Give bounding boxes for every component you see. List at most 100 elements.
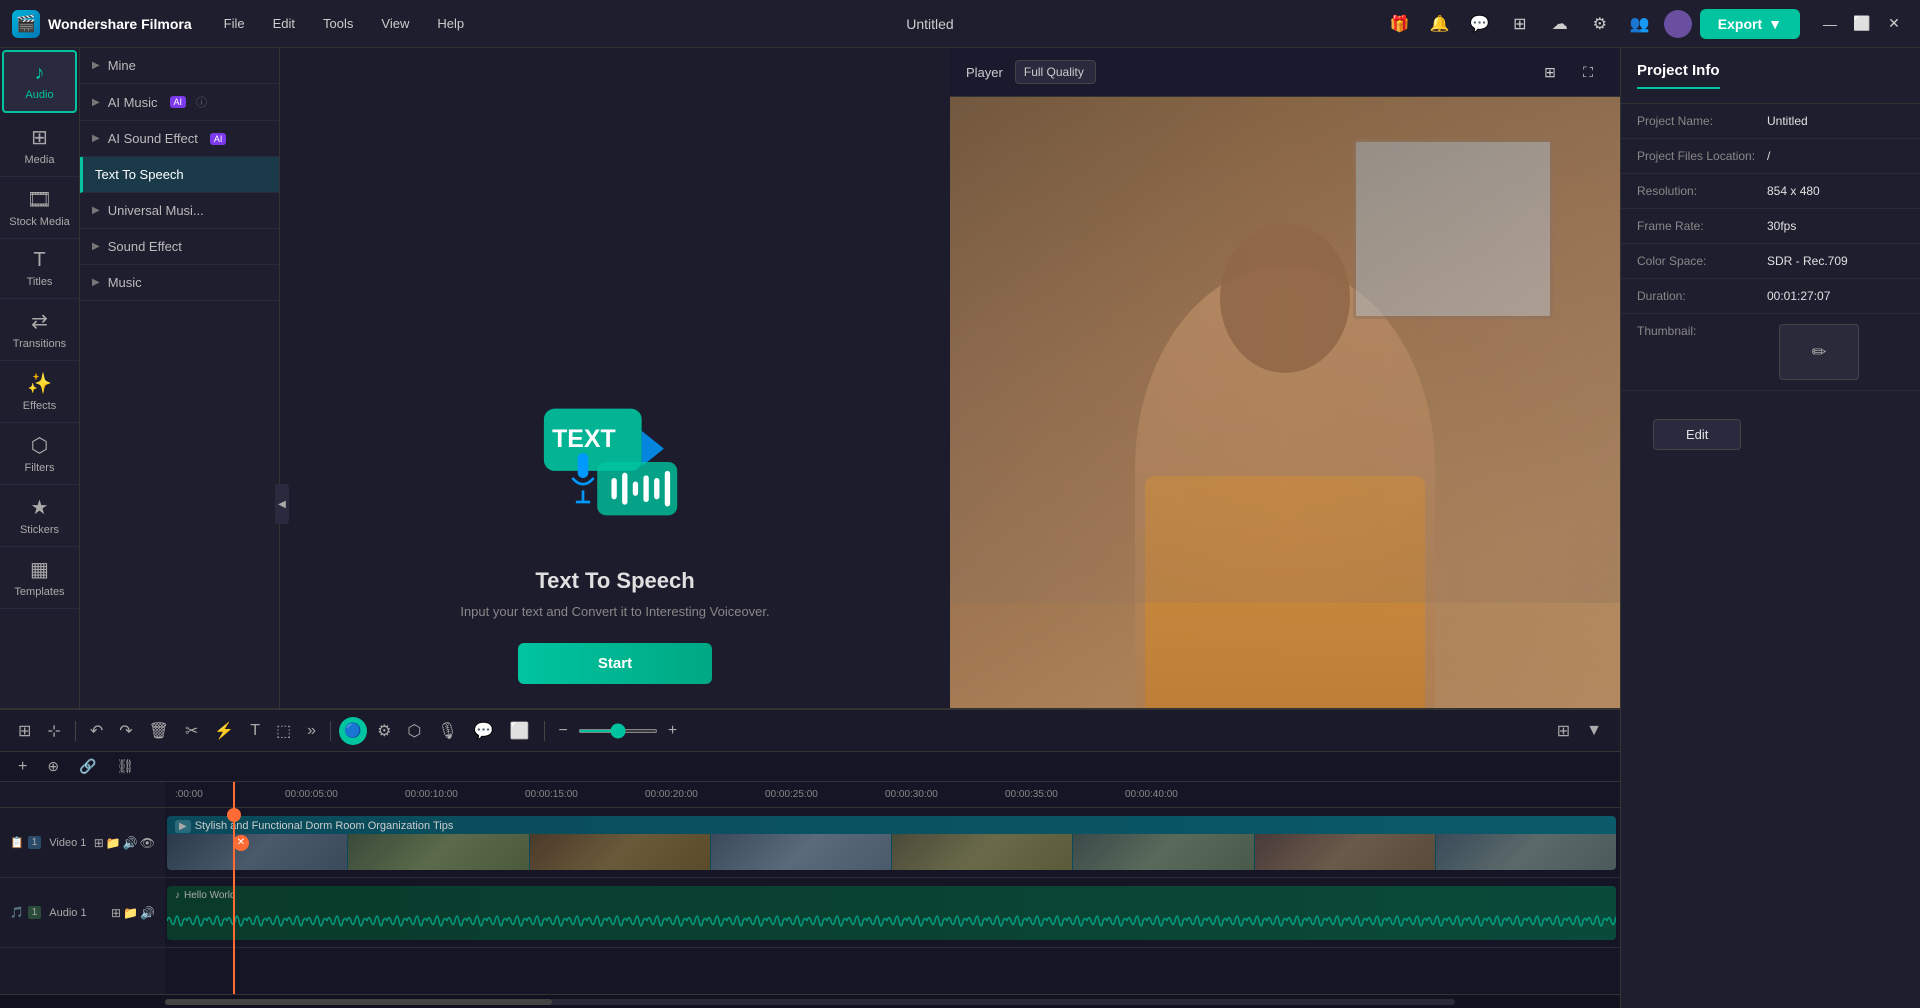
cloud-icon[interactable]: ☁ [1544,8,1576,40]
project-files-label: Project Files Location: [1637,149,1767,163]
audio-layer-btn[interactable]: ⊞ [111,906,121,920]
video-layer-btn[interactable]: ⊞ [94,836,104,850]
track-labels: 📋 1 Video 1 ⊞ 📁 🔊 👁 🎵 1 Audio 1 ⊞ 📁 [0,782,165,994]
settings-icon[interactable]: ⚙ [1584,8,1616,40]
thumbnail-box[interactable]: ✏ [1779,324,1859,380]
maximize-button[interactable]: ⬜ [1848,10,1876,38]
zoom-out-btn[interactable]: − [553,718,574,744]
layout-grid-btn[interactable]: ⊞ [1551,717,1576,745]
audio-list-item-tts[interactable]: Text To Speech [80,157,279,193]
menu-edit[interactable]: Edit [261,10,307,37]
video-folder-btn[interactable]: 📁 [106,836,121,850]
text-btn[interactable]: T [244,718,266,744]
menu-help[interactable]: Help [425,10,476,37]
tracks-content[interactable]: :00:00 00:00:05:00 00:00:10:00 00:00:15:… [165,782,1620,994]
audio-list-item-universal[interactable]: ▶ Universal Musi... [80,193,279,229]
layout-expand-btn[interactable]: ▼ [1580,717,1608,745]
tts-illustration-svg: TEXT [525,382,705,542]
collapse-panel-btn[interactable]: ◀ [275,484,280,524]
menu-view[interactable]: View [369,10,421,37]
toolbar-sep-3 [544,721,545,741]
start-button[interactable]: Start [518,643,712,684]
delete-btn[interactable]: 🗑 [143,717,175,745]
menu-tools[interactable]: Tools [311,10,365,37]
video-eye-btn[interactable]: 👁 [140,836,155,850]
sidebar-tab-media[interactable]: ⊞ Media [0,115,79,177]
timeline-scrollbar[interactable] [0,994,1620,1008]
audio-list-item-mine[interactable]: ▶ Mine [80,48,279,84]
magnetic-btn[interactable]: 🔗 [73,754,102,779]
undo-btn[interactable]: ↶ [84,717,109,745]
more-btn[interactable]: » [301,718,322,744]
mask-btn[interactable]: ⬡ [401,717,427,745]
audio-folder-btn[interactable]: 📁 [123,906,138,920]
audio-list-item-music[interactable]: ▶ Music [80,265,279,301]
sidebar-tab-stock[interactable]: 🎞 Stock Media [0,177,79,239]
crop-btn[interactable]: ⬚ [270,717,297,745]
feedback-icon[interactable]: 💬 [1464,8,1496,40]
caption-btn[interactable]: ⬜ [504,717,536,745]
sidebar-tab-stickers[interactable]: ★ Stickers [0,485,79,547]
audio-btn[interactable]: 🎙 [431,717,463,745]
video-clip-icon: ▶ [175,820,191,833]
audio-list-item-ai-sound-effect[interactable]: ▶ AI Sound Effect AI [80,121,279,157]
ai-sound-effect-arrow: ▶ [92,133,100,144]
keyframe-btn[interactable]: 🔵 [339,717,367,745]
add-track-btn[interactable]: + [12,754,33,780]
scroll-thumb[interactable] [165,999,552,1005]
duration-row: Duration: 00:01:27:07 [1621,279,1920,314]
split-view-btn[interactable]: ⊞ [12,717,37,745]
close-button[interactable]: ✕ [1880,10,1908,38]
video-track-controls: ⊞ 📁 🔊 👁 [94,836,155,850]
menu-bar: 🎬 Wondershare Filmora File Edit Tools Vi… [0,0,1920,48]
ruler-mark-2: 00:00:10:00 [405,789,458,800]
audio-track-row: ♪ Hello World [165,878,1620,948]
voice-btn[interactable]: 💬 [468,717,500,745]
zoom-slider[interactable] [578,729,658,733]
sidebar-tab-templates[interactable]: ▦ Templates [0,547,79,609]
audio-clip[interactable]: ♪ Hello World [167,886,1616,940]
audio-volume-btn[interactable]: 🔊 [140,906,155,920]
grid-view-icon[interactable]: ⊞ [1534,56,1566,88]
duration-value: 00:01:27:07 [1767,289,1904,303]
audio-list-item-ai-music[interactable]: ▶ AI Music AI ⓘ [80,84,279,121]
sidebar-tab-filters[interactable]: ⬡ Filters [0,423,79,485]
effects2-btn[interactable]: ⚙ [371,717,397,745]
gift-icon[interactable]: 🎁 [1384,8,1416,40]
audio-list-item-sound-effect[interactable]: ▶ Sound Effect [80,229,279,265]
zoom-in-btn[interactable]: + [662,718,683,744]
titles-tab-icon: T [33,249,45,272]
layout-icon[interactable]: ⊞ [1504,8,1536,40]
sidebar-tab-titles[interactable]: T Titles [0,239,79,299]
project-files-row: Project Files Location: / [1621,139,1920,174]
audio-clip-header: ♪ Hello World [175,890,1608,901]
split-audio-btn[interactable]: ⚡ [208,717,240,745]
avatar[interactable] [1664,10,1692,38]
export-button[interactable]: Export ▼ [1700,9,1800,39]
select-tool-btn[interactable]: ⊹ [41,717,66,745]
toolbar-sep-1 [75,721,76,741]
scroll-track[interactable] [165,999,1455,1005]
resolution-label: Resolution: [1637,184,1767,198]
redo-btn[interactable]: ↷ [113,717,138,745]
media-tab-icon: ⊞ [31,125,48,150]
split-link-btn[interactable]: ⛓ [111,754,141,779]
video-volume-btn[interactable]: 🔊 [123,836,138,850]
minimize-button[interactable]: — [1816,10,1844,38]
auto-ripple-btn[interactable]: ⊕ [41,754,65,779]
sidebar-tab-transitions[interactable]: ⇄ Transitions [0,299,79,361]
app-logo: 🎬 Wondershare Filmora [12,10,192,38]
notification-icon[interactable]: 🔔 [1424,8,1456,40]
video-clip[interactable]: ▶ Stylish and Functional Dorm Room Organ… [167,816,1616,870]
sidebar-tab-audio[interactable]: ♪ Audio [2,50,77,113]
audio-track-name: Audio 1 [49,907,86,919]
universal-label: Universal Musi... [108,203,204,218]
tts-panel-title: Text To Speech [535,568,694,594]
cut-btn[interactable]: ✂ [179,717,204,745]
people-icon[interactable]: 👥 [1624,8,1656,40]
quality-select[interactable]: Full Quality Half Quality [1015,60,1096,84]
fullscreen-icon[interactable]: ⛶ [1572,56,1604,88]
menu-file[interactable]: File [212,10,257,37]
edit-button[interactable]: Edit [1653,419,1741,450]
sidebar-tab-effects[interactable]: ✨ Effects [0,361,79,423]
